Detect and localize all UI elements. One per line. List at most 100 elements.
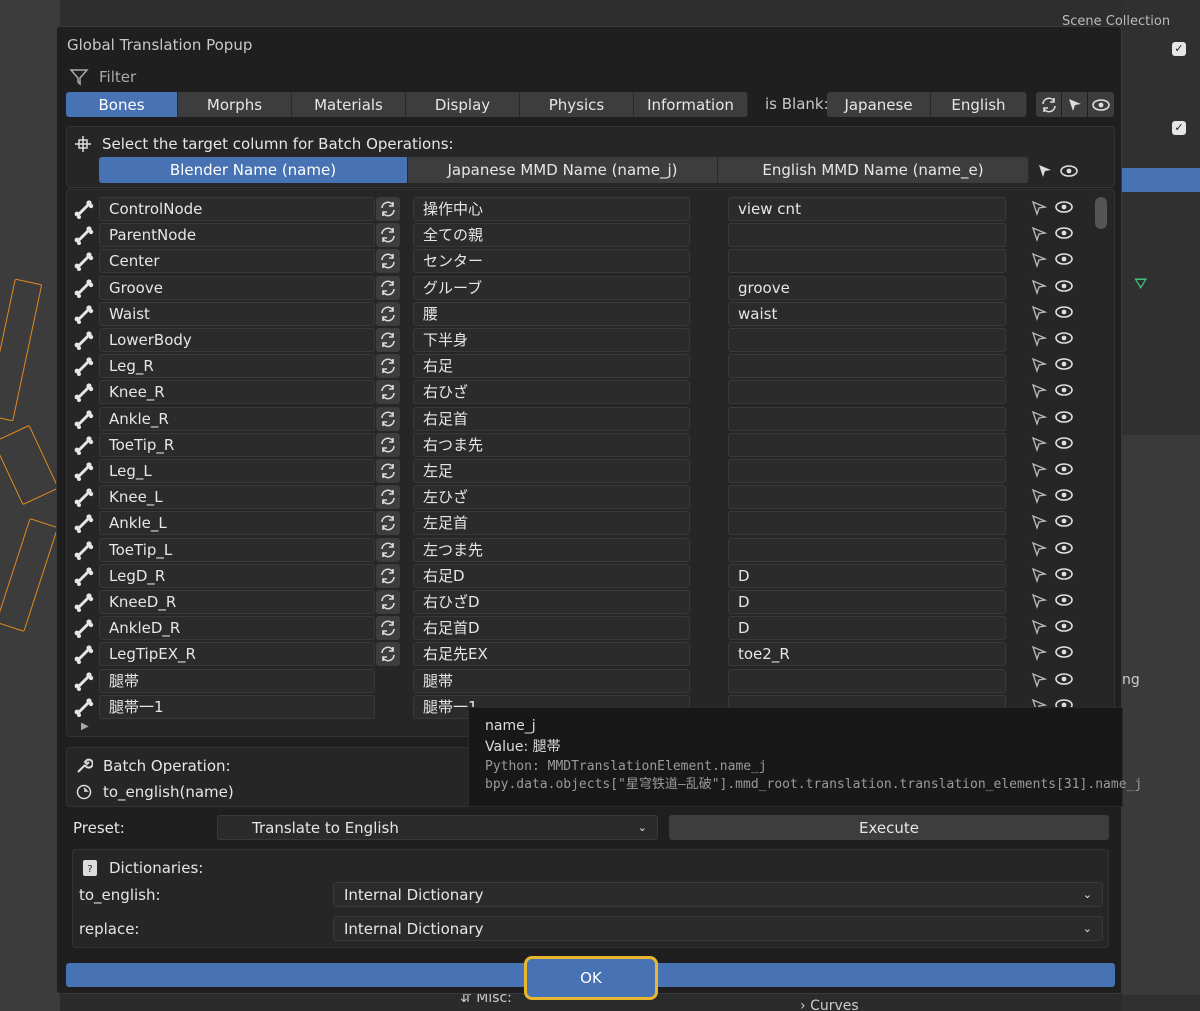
english-name-field[interactable] — [728, 432, 1006, 457]
tab-information[interactable]: Information — [634, 92, 748, 117]
blank-japanese-button[interactable]: Japanese — [827, 92, 931, 117]
select-cursor-icon[interactable] — [1031, 331, 1048, 351]
eye-icon[interactable] — [1055, 514, 1073, 534]
blender-name-field[interactable]: AnkleD_R — [99, 616, 375, 641]
japanese-name-field[interactable]: 右足先EX — [413, 642, 690, 667]
eye-icon[interactable] — [1055, 567, 1073, 587]
tab-bones[interactable]: Bones — [66, 92, 178, 117]
blender-name-field[interactable]: LegD_R — [99, 563, 375, 588]
tab-morphs[interactable]: Morphs — [178, 92, 292, 117]
execute-button[interactable]: Execute — [669, 815, 1109, 840]
blender-name-field[interactable]: 腿帯一1 — [99, 694, 375, 719]
eye-icon[interactable] — [1060, 164, 1078, 178]
blender-name-field[interactable]: Leg_R — [99, 354, 375, 379]
eye-icon[interactable] — [1055, 645, 1073, 665]
preset-dropdown[interactable]: Translate to English ⌄ — [217, 815, 658, 840]
select-cursor-icon[interactable] — [1031, 567, 1048, 587]
blender-name-field[interactable]: Groove — [99, 275, 375, 300]
outliner-selected-row[interactable] — [1122, 168, 1200, 192]
sync-name-button[interactable] — [376, 459, 400, 483]
english-name-field[interactable] — [728, 249, 1006, 274]
english-name-field[interactable] — [728, 511, 1006, 536]
blender-name-field[interactable]: Knee_R — [99, 380, 375, 405]
blender-name-field[interactable]: ControlNode — [99, 197, 375, 221]
select-cursor-icon[interactable] — [1031, 541, 1048, 561]
japanese-name-field[interactable]: 左足首 — [413, 511, 690, 536]
blender-name-field[interactable]: Ankle_L — [99, 511, 375, 536]
japanese-name-field[interactable]: 右ひざD — [413, 590, 690, 614]
tab-physics[interactable]: Physics — [520, 92, 634, 117]
eye-icon[interactable] — [1055, 541, 1073, 561]
filter-toggle[interactable]: Filter — [69, 68, 136, 86]
sync-name-button[interactable] — [376, 380, 400, 405]
english-name-field[interactable]: view cnt — [728, 197, 1006, 221]
english-name-field[interactable] — [728, 406, 1006, 431]
sync-name-button[interactable] — [376, 590, 400, 614]
sync-name-button[interactable] — [376, 249, 400, 274]
select-cursor-icon[interactable] — [1031, 462, 1048, 482]
sync-name-button[interactable] — [376, 642, 400, 667]
sync-name-button[interactable] — [376, 354, 400, 379]
blender-name-field[interactable]: LegTipEX_R — [99, 642, 375, 667]
tab-materials[interactable]: Materials — [292, 92, 406, 117]
to-english-dropdown[interactable]: Internal Dictionary ⌄ — [333, 882, 1103, 907]
expand-arrow-icon[interactable]: ▶ — [81, 721, 89, 732]
tab-display[interactable]: Display — [406, 92, 520, 117]
blender-name-field[interactable]: Leg_L — [99, 459, 375, 483]
japanese-name-field[interactable]: 右足首D — [413, 616, 690, 641]
blender-name-field[interactable]: Center — [99, 249, 375, 274]
eye-icon[interactable] — [1055, 619, 1073, 639]
eye-icon[interactable] — [1055, 383, 1073, 403]
eye-icon[interactable] — [1055, 200, 1073, 220]
japanese-name-field[interactable]: 右足首 — [413, 406, 690, 431]
select-cursor-icon[interactable] — [1031, 488, 1048, 508]
japanese-name-field[interactable]: 右足 — [413, 354, 690, 379]
select-cursor-icon[interactable] — [1031, 200, 1048, 220]
japanese-name-field[interactable]: グルーブ — [413, 275, 690, 300]
sync-name-button[interactable] — [376, 275, 400, 300]
english-name-field[interactable] — [728, 380, 1006, 405]
english-name-field[interactable]: waist — [728, 301, 1006, 326]
sync-name-button[interactable] — [376, 432, 400, 457]
blender-name-field[interactable]: 腿帯 — [99, 668, 375, 693]
blender-name-field[interactable]: KneeD_R — [99, 590, 375, 614]
eye-icon[interactable] — [1055, 488, 1073, 508]
japanese-name-field[interactable]: 全ての親 — [413, 223, 690, 248]
blender-name-field[interactable]: Ankle_R — [99, 406, 375, 431]
blender-name-field[interactable]: ToeTip_R — [99, 432, 375, 457]
english-name-field[interactable] — [728, 354, 1006, 379]
sync-all-button[interactable] — [1036, 92, 1061, 117]
sync-name-button[interactable] — [376, 197, 400, 221]
select-cursor-icon[interactable] — [1031, 279, 1048, 299]
japanese-name-field[interactable]: 左ひざ — [413, 485, 690, 510]
sync-name-button[interactable] — [376, 537, 400, 562]
eye-icon[interactable] — [1055, 593, 1073, 613]
select-cursor-icon[interactable] — [1031, 383, 1048, 403]
eye-icon[interactable] — [1055, 357, 1073, 377]
eye-icon[interactable] — [1055, 226, 1073, 246]
visibility-all-button[interactable] — [1088, 92, 1114, 117]
japanese-name-field[interactable]: 左足 — [413, 459, 690, 483]
japanese-name-field[interactable]: 腿帯 — [413, 668, 690, 693]
english-name-field[interactable]: D — [728, 563, 1006, 588]
eye-icon[interactable] — [1055, 672, 1073, 692]
select-cursor-icon[interactable] — [1031, 619, 1048, 639]
japanese-name-field[interactable]: センター — [413, 249, 690, 274]
select-cursor-icon[interactable] — [1031, 672, 1048, 692]
select-all-button[interactable] — [1062, 92, 1087, 117]
english-name-field[interactable] — [728, 537, 1006, 562]
column-english-name[interactable]: English MMD Name (name_e) — [718, 157, 1029, 183]
eye-icon[interactable] — [1055, 305, 1073, 325]
eye-icon[interactable] — [1055, 410, 1073, 430]
sync-name-button[interactable] — [376, 301, 400, 326]
cursor-arrow-icon[interactable] — [1037, 163, 1053, 179]
japanese-name-field[interactable]: 腰 — [413, 301, 690, 326]
blender-name-field[interactable]: ParentNode — [99, 223, 375, 248]
list-scrollbar[interactable] — [1095, 197, 1107, 229]
eye-icon[interactable] — [1055, 279, 1073, 299]
sync-name-button[interactable] — [376, 328, 400, 352]
select-cursor-icon[interactable] — [1031, 645, 1048, 665]
english-name-field[interactable] — [728, 668, 1006, 693]
sync-name-button[interactable] — [376, 563, 400, 588]
english-name-field[interactable]: D — [728, 590, 1006, 614]
